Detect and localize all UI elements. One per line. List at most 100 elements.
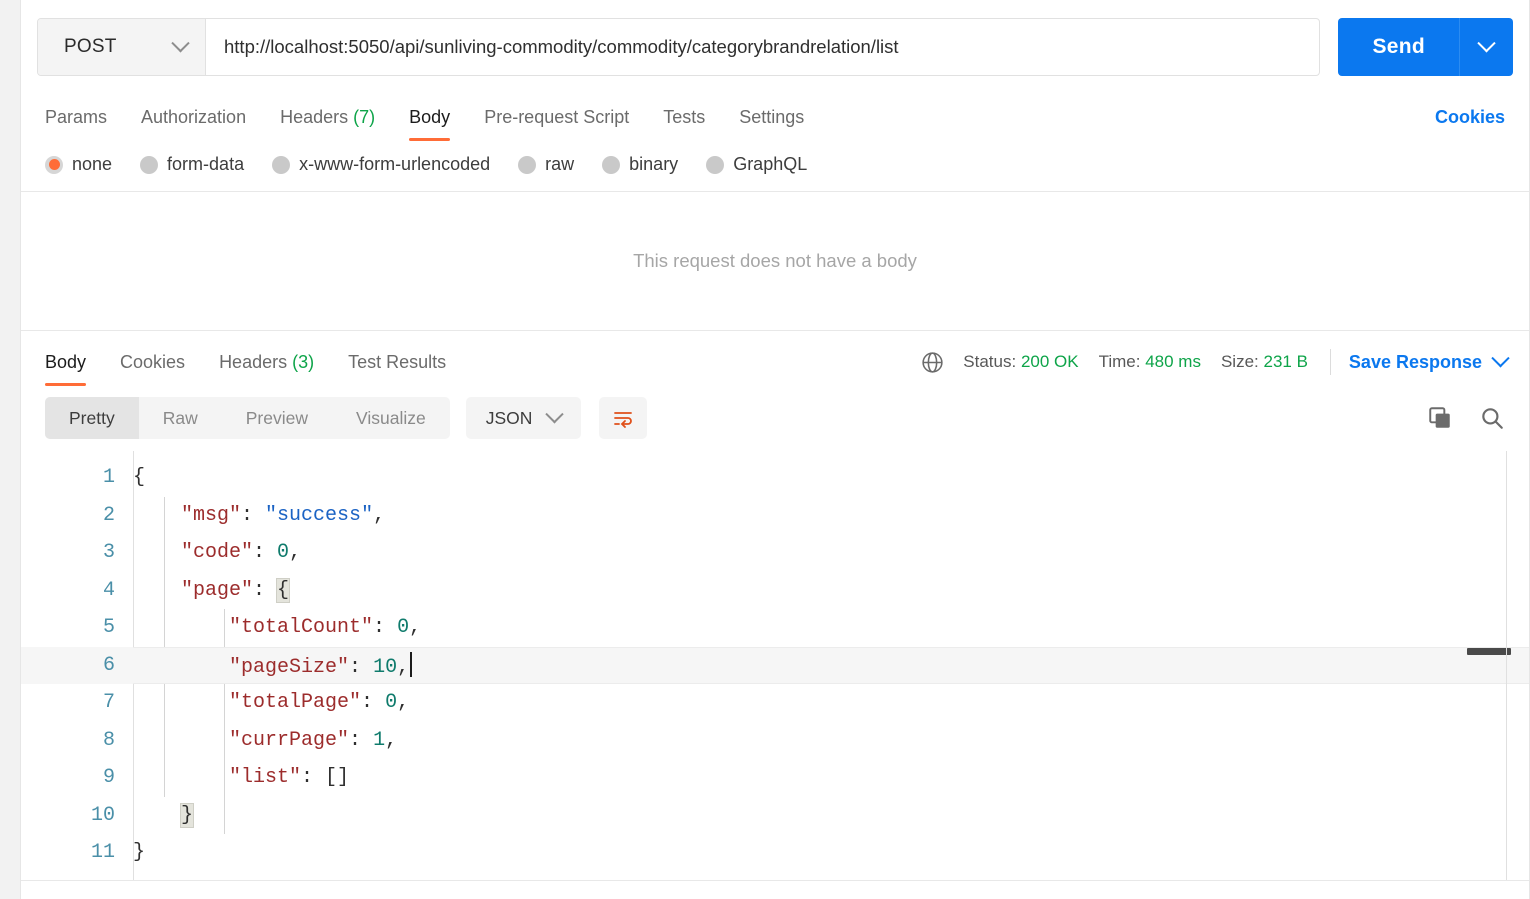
view-mode-raw[interactable]: Raw xyxy=(139,397,222,439)
response-meta: Status: 200 OK Time: 480 ms Size: 231 B … xyxy=(920,348,1513,387)
cookies-link[interactable]: Cookies xyxy=(1435,107,1513,142)
line-number: 2 xyxy=(102,503,115,527)
radio-icon xyxy=(45,155,63,174)
tab-label: Body xyxy=(409,107,451,127)
code-text: "list": [] xyxy=(133,766,349,789)
response-body-viewer[interactable]: 1{2 "msg": "success", 3 "code": 0, 4 "page… xyxy=(21,451,1529,881)
horizontal-scrollbar[interactable] xyxy=(1467,648,1511,655)
code-token: "totalPage" xyxy=(229,691,362,715)
code-token: "code" xyxy=(181,541,254,565)
globe-icon xyxy=(922,351,943,373)
response-tab-body[interactable]: Body xyxy=(37,352,103,387)
tab-count: (7) xyxy=(353,107,376,127)
code-token: : xyxy=(253,578,278,602)
tab-headers[interactable]: Headers (7) xyxy=(263,107,392,142)
line-number: 10 xyxy=(90,803,115,827)
response-tab-cookies[interactable]: Cookies xyxy=(103,352,202,387)
code-token: , xyxy=(373,503,386,527)
send-options-button[interactable] xyxy=(1459,18,1513,76)
radio-label: raw xyxy=(545,154,575,174)
tab-label: Cookies xyxy=(120,352,186,372)
code-text: { xyxy=(133,466,145,489)
code-line[interactable]: 11} xyxy=(21,834,1529,872)
code-text: "page": { xyxy=(133,577,291,603)
code-token: : xyxy=(241,503,266,527)
code-token: { xyxy=(133,466,146,490)
tab-label: Params xyxy=(45,107,108,127)
code-line[interactable]: 5 "totalCount": 0, xyxy=(21,609,1529,647)
chevron-down-icon xyxy=(545,404,565,423)
radio-label: none xyxy=(72,154,113,174)
format-label: JSON xyxy=(485,407,533,428)
code-token: , xyxy=(409,616,422,640)
radio-label: form-data xyxy=(167,154,245,174)
code-token: 0 xyxy=(397,616,410,640)
size-meta: Size: 231 B xyxy=(1221,352,1308,372)
code-token: : xyxy=(373,616,398,640)
right-edge-divider xyxy=(1506,451,1507,881)
code-line[interactable]: 7 "totalPage": 0, xyxy=(21,684,1529,722)
code-token: } xyxy=(180,802,195,828)
radio-icon xyxy=(272,155,291,174)
view-mode-preview[interactable]: Preview xyxy=(222,397,332,439)
body-type-graphql[interactable]: GraphQL xyxy=(706,154,807,175)
tab-body[interactable]: Body xyxy=(392,107,467,142)
chevron-down-icon xyxy=(1491,348,1510,367)
code-token: : xyxy=(253,541,278,565)
tab-tests[interactable]: Tests xyxy=(646,107,722,142)
postman-request-response-pane: POST Send Params Authorization Headers (… xyxy=(20,0,1530,899)
radio-label: x-www-form-urlencoded xyxy=(299,154,491,174)
code-token: 10 xyxy=(373,655,398,679)
code-line[interactable]: 6 "pageSize": 10, xyxy=(21,646,1529,684)
text-cursor xyxy=(410,651,413,677)
tab-authorization[interactable]: Authorization xyxy=(124,107,263,142)
body-type-x-www-form-urlencoded[interactable]: x-www-form-urlencoded xyxy=(272,154,490,175)
time-value: 480 ms xyxy=(1145,352,1201,371)
response-format-selector[interactable]: JSON xyxy=(465,397,582,439)
http-method-selector[interactable]: POST xyxy=(38,19,206,75)
code-text: "totalCount": 0, xyxy=(133,616,421,639)
body-type-none[interactable]: none xyxy=(45,154,112,175)
code-token: "currPage" xyxy=(229,728,350,752)
search-icon[interactable] xyxy=(1479,405,1505,431)
code-line[interactable]: 9 "list": [] xyxy=(21,759,1529,797)
meta-divider xyxy=(1329,349,1331,375)
tab-params[interactable]: Params xyxy=(37,107,124,142)
code-line[interactable]: 2 "msg": "success", xyxy=(21,497,1529,535)
radio-icon xyxy=(706,155,725,174)
response-tab-headers[interactable]: Headers (3) xyxy=(202,352,331,387)
body-type-raw[interactable]: raw xyxy=(518,154,574,175)
code-line[interactable]: 10 } xyxy=(21,797,1529,835)
tab-pre-request-script[interactable]: Pre-request Script xyxy=(467,107,646,142)
view-mode-pretty[interactable]: Pretty xyxy=(45,397,139,439)
word-wrap-toggle[interactable] xyxy=(599,397,648,439)
response-tab-test-results[interactable]: Test Results xyxy=(331,352,463,387)
line-number: 6 xyxy=(102,653,115,677)
code-line[interactable]: 3 "code": 0, xyxy=(21,534,1529,572)
code-line[interactable]: 8 "currPage": 1, xyxy=(21,722,1529,760)
send-button-group[interactable]: Send xyxy=(1338,18,1513,76)
view-mode-visualize[interactable]: Visualize xyxy=(332,397,450,439)
body-type-binary[interactable]: binary xyxy=(602,154,678,175)
save-response-button[interactable]: Save Response xyxy=(1349,348,1513,373)
line-number: 9 xyxy=(102,766,115,790)
line-number: 1 xyxy=(102,466,115,490)
chevron-down-icon xyxy=(171,33,190,52)
copy-icon[interactable] xyxy=(1427,405,1453,431)
code-line[interactable]: 4 "page": { xyxy=(21,572,1529,610)
code-text: "totalPage": 0, xyxy=(133,691,409,714)
send-button[interactable]: Send xyxy=(1338,18,1459,76)
code-line[interactable]: 1{ xyxy=(21,459,1529,497)
code-token: : xyxy=(349,728,374,752)
code-text: "msg": "success", xyxy=(133,504,385,527)
status-meta: Status: 200 OK xyxy=(963,352,1078,372)
viewer-bottom-border xyxy=(21,880,1529,881)
chevron-down-icon xyxy=(1477,33,1496,52)
code-token: , xyxy=(289,541,302,565)
time-label: Time: xyxy=(1098,352,1141,371)
url-input[interactable] xyxy=(206,19,1320,75)
tab-settings[interactable]: Settings xyxy=(722,107,821,142)
body-type-form-data[interactable]: form-data xyxy=(140,154,244,175)
